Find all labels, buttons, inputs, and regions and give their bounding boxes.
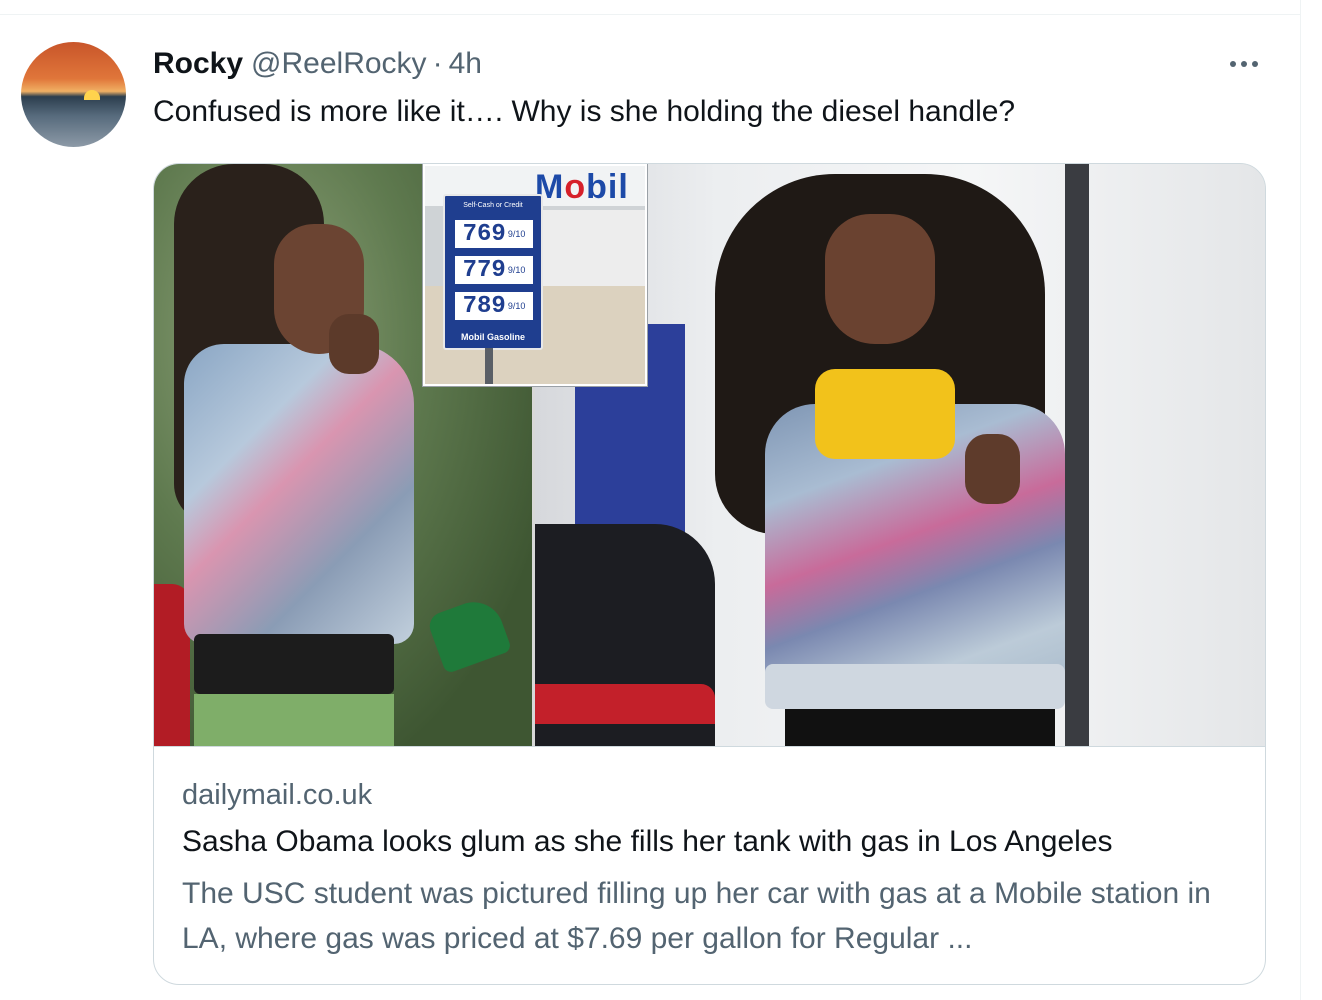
tweet-timestamp[interactable]: 4h xyxy=(449,47,482,81)
card-image[interactable]: Mobil Self-Cash or Credit 769 9/10 779 9… xyxy=(154,164,1265,746)
header-separator: · xyxy=(432,47,443,80)
taillight-graphic xyxy=(535,684,715,724)
author-name[interactable]: Rocky xyxy=(153,47,243,81)
card-title: Sasha Obama looks glum as she fills her … xyxy=(182,825,1113,858)
gas-price-sign-inset: Mobil Self-Cash or Credit 769 9/10 779 9… xyxy=(423,164,647,386)
jacket-hem-graphic xyxy=(765,664,1065,709)
price-fraction: 9/10 xyxy=(507,300,526,311)
pole-graphic xyxy=(1065,164,1089,746)
mobil-logo: Mobil xyxy=(535,168,629,206)
station-canopy xyxy=(535,210,645,290)
price-value: 769 xyxy=(462,220,506,248)
more-dot xyxy=(1230,61,1236,67)
price-row: 769 9/10 xyxy=(455,220,533,248)
price-value: 789 xyxy=(462,292,506,320)
sign-footer: Mobil Gasoline xyxy=(460,332,525,342)
tweet-text: Confused is more like it…. Why is she ho… xyxy=(153,95,1016,128)
more-options-icon[interactable] xyxy=(1222,48,1266,80)
sunset-sun-graphic xyxy=(84,90,100,100)
price-row: 779 9/10 xyxy=(455,256,533,284)
fuel-nozzle-graphic xyxy=(425,593,513,675)
author-avatar[interactable] xyxy=(21,42,126,147)
shirt-graphic xyxy=(815,369,955,459)
price-fraction: 9/10 xyxy=(507,228,526,239)
card-description: The USC student was pictured filling up … xyxy=(182,877,1211,955)
pants-graphic xyxy=(194,694,394,746)
hand-graphic xyxy=(965,434,1020,504)
more-dot xyxy=(1252,61,1258,67)
tweet-header: Rocky @ReelRocky · 4h xyxy=(153,44,482,84)
price-fraction: 9/10 xyxy=(507,264,526,275)
face-graphic xyxy=(825,214,935,344)
sign-pole xyxy=(485,348,493,384)
card-meta[interactable]: dailymail.co.uk Sasha Obama looks glum a… xyxy=(154,746,1265,984)
hand-graphic xyxy=(329,314,379,374)
card-domain: dailymail.co.uk xyxy=(182,779,373,811)
price-sign: Self-Cash or Credit 769 9/10 779 9/10 78… xyxy=(443,194,543,350)
waistband-graphic xyxy=(194,634,394,694)
link-preview-card[interactable]: Mobil Self-Cash or Credit 769 9/10 779 9… xyxy=(153,163,1266,985)
author-handle[interactable]: @ReelRocky xyxy=(251,47,427,81)
sign-header: Self-Cash or Credit xyxy=(463,202,523,209)
pants-graphic xyxy=(785,709,1055,746)
more-dot xyxy=(1241,61,1247,67)
jacket-graphic xyxy=(184,344,414,644)
timeline-border xyxy=(1300,0,1301,1000)
price-value: 779 xyxy=(462,256,506,284)
top-divider xyxy=(0,14,1300,15)
price-row: 789 9/10 xyxy=(455,292,533,320)
